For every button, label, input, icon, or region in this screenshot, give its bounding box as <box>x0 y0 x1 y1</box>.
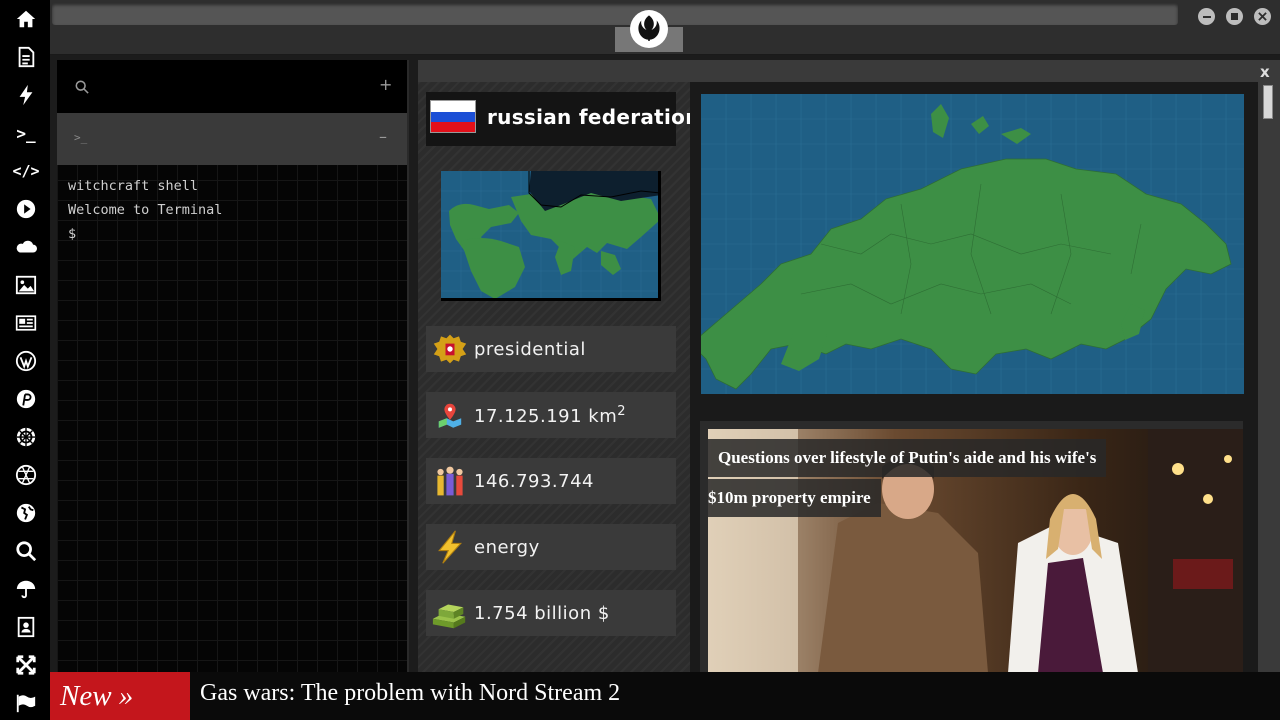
news-ticker: New » Gas wars: The problem with Nord St… <box>50 672 1280 720</box>
expand-icon[interactable] <box>13 652 39 678</box>
top-bar <box>50 0 1280 55</box>
document-icon[interactable] <box>13 44 39 70</box>
area-unit-superscript: 2 <box>617 403 627 419</box>
settings-wheel-icon[interactable] <box>13 424 39 450</box>
maximize-button[interactable] <box>1226 8 1243 25</box>
contacts-icon[interactable] <box>13 614 39 640</box>
news-photo[interactable]: Questions over lifestyle of Putin's aide… <box>708 429 1243 673</box>
terminal-tab[interactable]: >_ – <box>57 113 407 165</box>
terminal-icon[interactable]: >_ <box>13 120 39 146</box>
scrollbar-track[interactable] <box>1258 82 1280 672</box>
map-and-news-column: Questions over lifestyle of Putin's aide… <box>690 82 1258 673</box>
app-icon-bar: >_ </> <box>0 0 50 720</box>
rebel-alliance-logo-icon <box>630 10 668 48</box>
flag-icon[interactable] <box>13 690 39 716</box>
government-type: presidential <box>474 338 586 360</box>
government-type-row[interactable]: presidential <box>426 326 676 372</box>
cloud-icon[interactable] <box>13 234 39 260</box>
address-bar[interactable] <box>52 3 1178 25</box>
panel-header-strip <box>418 60 1280 82</box>
play-icon[interactable] <box>13 196 39 222</box>
image-icon[interactable] <box>13 272 39 298</box>
terminal-panel: + >_ – witchcraft shell Welcome to Termi… <box>57 60 409 672</box>
minimize-button[interactable] <box>1198 8 1215 25</box>
collapse-tab-button[interactable]: – <box>379 127 387 146</box>
terminal-line: witchcraft shell <box>68 178 199 194</box>
gdp: 1.754 billion $ <box>474 602 610 624</box>
news-headline-line-1[interactable]: Questions over lifestyle of Putin's aide… <box>708 439 1107 477</box>
home-icon[interactable] <box>13 6 39 32</box>
close-panel-button[interactable]: x <box>1260 63 1270 81</box>
news-card[interactable]: Questions over lifestyle of Putin's aide… <box>700 421 1243 673</box>
terminal-prompt[interactable]: $ <box>68 226 76 242</box>
country-stats-column: russian federation presidential 17.125.1… <box>418 82 699 672</box>
russia-flag-icon <box>430 100 476 133</box>
coat-of-arms-icon <box>430 329 470 369</box>
area-value: 17.125.191 km <box>474 405 618 427</box>
newspaper-icon[interactable] <box>13 310 39 336</box>
map-pin-icon <box>430 395 470 435</box>
scrollbar-thumb[interactable] <box>1263 85 1273 119</box>
close-window-button[interactable] <box>1254 8 1271 25</box>
ticker-headline[interactable]: Gas wars: The problem with Nord Stream 2 <box>200 680 620 707</box>
economic-sector: energy <box>474 536 540 558</box>
add-terminal-button[interactable]: + <box>379 75 392 94</box>
money-stack-icon <box>430 593 470 633</box>
terminal-line: Welcome to Terminal <box>68 202 223 218</box>
country-map[interactable] <box>701 94 1244 394</box>
area-row[interactable]: 17.125.191 km2 <box>426 392 676 438</box>
pinterest-icon[interactable] <box>13 386 39 412</box>
globe-mesh-icon[interactable] <box>13 462 39 488</box>
economic-sector-row[interactable]: energy <box>426 524 676 570</box>
wordpress-icon[interactable] <box>13 348 39 374</box>
country-name: russian federation <box>487 105 700 129</box>
energy-bolt-icon <box>430 527 470 567</box>
code-icon[interactable]: </> <box>12 158 39 184</box>
search-icon[interactable] <box>75 79 89 98</box>
earth-icon[interactable] <box>13 500 39 526</box>
bolt-icon[interactable] <box>13 82 39 108</box>
desktop: >_ </> + >_ – witchcraft shell Welcome t… <box>0 0 1280 720</box>
country-info-panel: x russian federation presidential 17.125… <box>418 60 1280 673</box>
gdp-row[interactable]: 1.754 billion $ <box>426 590 676 636</box>
population: 146.793.744 <box>474 470 595 492</box>
population-icon <box>430 461 470 501</box>
country-header: russian federation <box>426 92 699 146</box>
terminal-tab-prompt: >_ <box>74 131 88 144</box>
terminal-search-bar[interactable]: + <box>57 60 407 113</box>
search-icon[interactable] <box>13 538 39 564</box>
population-row[interactable]: 146.793.744 <box>426 458 676 504</box>
umbrella-icon[interactable] <box>13 576 39 602</box>
area: 17.125.191 km2 <box>474 404 626 427</box>
new-label[interactable]: New » <box>50 672 190 720</box>
location-minimap[interactable] <box>441 171 661 301</box>
news-headline-line-2[interactable]: $10m property empire <box>708 479 881 517</box>
